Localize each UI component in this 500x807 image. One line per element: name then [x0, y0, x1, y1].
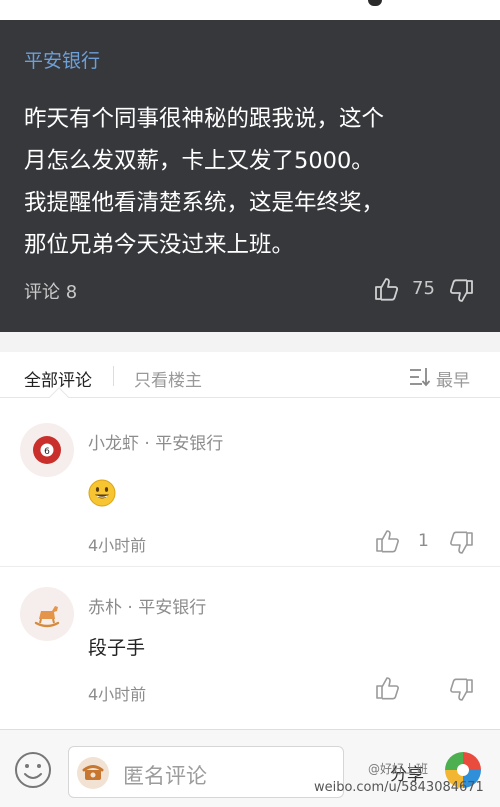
comment-placeholder: 匿名评论: [123, 764, 207, 788]
post-body: 昨天有个同事很神秘的跟我说，这个 月怎么发双薪，卡上又发了5000。 我提醒他看…: [24, 98, 480, 266]
top-strip: [0, 0, 500, 20]
status-notch: [368, 0, 382, 6]
svg-text:6: 6: [44, 447, 50, 457]
thumbs-up-icon[interactable]: [374, 528, 400, 554]
thumbs-up-icon[interactable]: [373, 276, 399, 302]
thumbs-up-icon[interactable]: [374, 675, 400, 701]
thumbs-down-icon[interactable]: [449, 278, 475, 304]
emoji-button-icon[interactable]: [13, 750, 53, 790]
comment-item: 6 小龙虾 · 平安银行 4小时前 1: [0, 399, 500, 567]
rocking-horse-icon: [34, 606, 60, 628]
avatar[interactable]: [20, 587, 74, 641]
comment-author[interactable]: 小龙虾 · 平安银行: [88, 429, 223, 454]
sort-earliest[interactable]: 最早: [436, 366, 470, 391]
watermark-url: weibo.com/u/5843084671: [314, 780, 484, 795]
comment-content: 段子手: [88, 637, 146, 659]
post-line: 月怎么发双薪，卡上又发了5000。: [24, 148, 374, 174]
thumbs-down-icon[interactable]: [449, 677, 475, 703]
comment-time: 4小时前: [88, 685, 147, 704]
phone-avatar-icon: [77, 757, 109, 789]
tab-separator: [113, 366, 114, 386]
section-divider: [0, 332, 500, 352]
avatar[interactable]: 6: [20, 423, 74, 477]
grinning-face-emoji-icon: [88, 479, 116, 507]
post-like-count: 75: [412, 278, 435, 299]
anonymous-comment-input[interactable]: 匿名评论: [68, 746, 344, 798]
post-comment-count[interactable]: 评论 8: [24, 278, 77, 304]
watermark-handle: @好好上班: [368, 762, 429, 776]
comment-like-count: 1: [418, 531, 429, 551]
comment-tabs: 全部评论 只看楼主 最早: [0, 352, 500, 407]
sort-icon[interactable]: [409, 367, 431, 387]
billiard-ball-icon: 6: [33, 436, 61, 464]
thumbs-down-icon[interactable]: [449, 530, 475, 556]
comment-item: 赤朴 · 平安银行 段子手 4小时前: [0, 567, 500, 729]
comment-author[interactable]: 赤朴 · 平安银行: [88, 593, 206, 618]
post-line: 我提醒他看清楚系统，这是年终奖，: [24, 190, 385, 216]
comment-time: 4小时前: [88, 536, 147, 555]
post-card: 平安银行 昨天有个同事很神秘的跟我说，这个 月怎么发双薪，卡上又发了5000。 …: [0, 20, 500, 332]
post-line: 那位兄弟今天没过来上班。: [24, 232, 295, 258]
tab-op-only[interactable]: 只看楼主: [134, 366, 202, 391]
post-company-link[interactable]: 平安银行: [24, 46, 100, 73]
post-line: 昨天有个同事很神秘的跟我说，这个: [24, 106, 385, 132]
